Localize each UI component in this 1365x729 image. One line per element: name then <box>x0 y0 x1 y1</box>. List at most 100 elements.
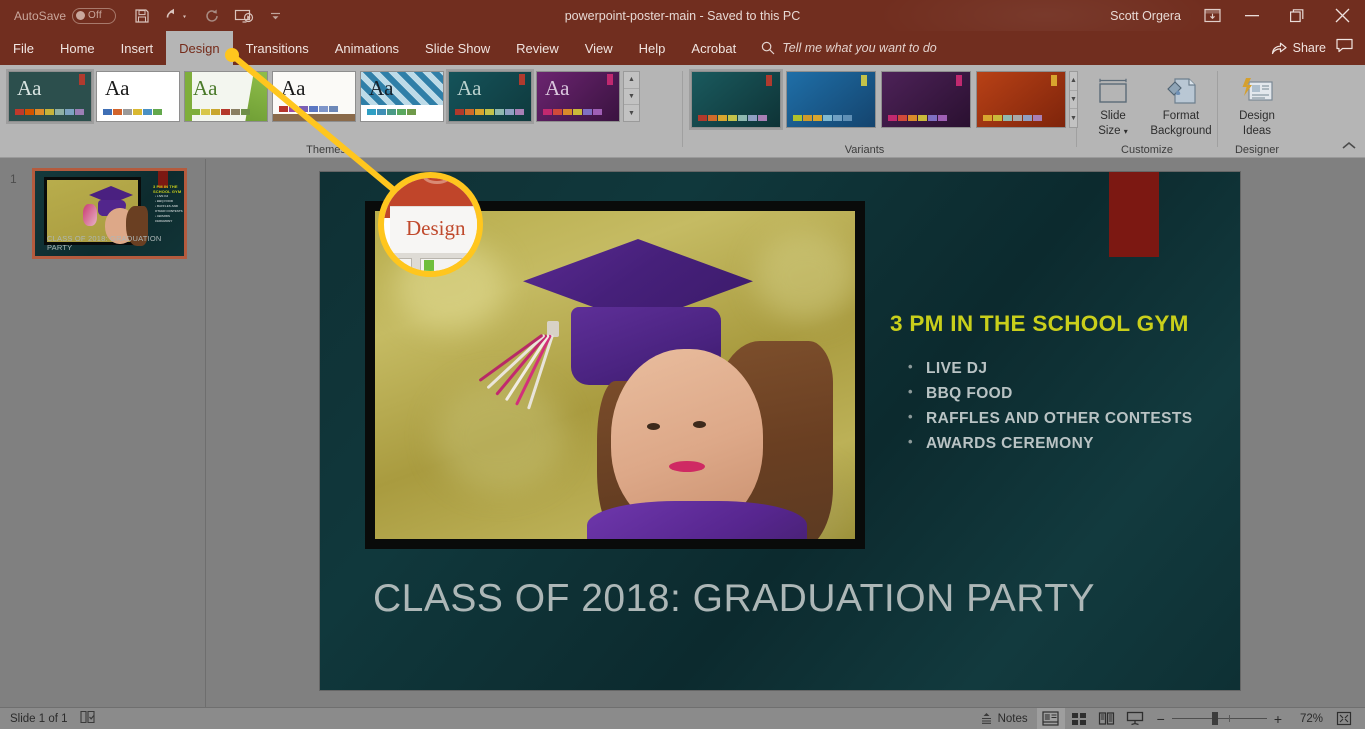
slide-thumbnail-panel[interactable]: 1 3 PM IN THE SCHOOL GYM • LIVE DJ • BBQ … <box>0 159 206 707</box>
slide-size-label-1: Slide <box>1100 110 1126 122</box>
design-ideas-button[interactable]: Design Ideas <box>1226 70 1288 138</box>
group-label-customize: Customize <box>1121 144 1173 156</box>
accessibility-checker-icon[interactable] <box>79 710 96 727</box>
ribbon-group-customize: Slide Size ▾ Format Background Customize <box>1077 65 1217 158</box>
variant-thumbnail-1[interactable] <box>689 69 783 130</box>
variant-thumbnail-2[interactable] <box>786 71 876 128</box>
thumbnail-photo <box>47 180 148 246</box>
zoom-slider[interactable] <box>1171 712 1267 725</box>
reading-view-button[interactable] <box>1093 708 1121 729</box>
tell-me-placeholder: Tell me what you want to do <box>782 41 937 55</box>
group-label-designer: Designer <box>1234 144 1280 156</box>
normal-view-button[interactable] <box>1036 707 1065 729</box>
variant-corner-accent <box>1051 75 1057 86</box>
variant-thumbnail-4[interactable] <box>976 71 1066 128</box>
slide-indicator[interactable]: Slide 1 of 1 <box>10 713 68 725</box>
theme-thumbnail-1[interactable]: Aa <box>6 69 94 124</box>
theme-thumbnail-7[interactable]: Aa <box>536 71 620 122</box>
theme-swatches <box>543 109 602 115</box>
start-presentation-icon[interactable] <box>234 6 254 26</box>
design-ideas-label-1: Design <box>1239 110 1275 122</box>
thumbnail-title: CLASS OF 2018: GRADUATION PARTY <box>47 234 162 252</box>
variant-thumbnail-3[interactable] <box>881 71 971 128</box>
themes-gallery: Aa Aa Aa Aa Aa Aa Aa <box>0 69 620 124</box>
variants-scroll-up-icon[interactable]: ▲ <box>1070 72 1077 91</box>
close-button[interactable] <box>1319 0 1365 31</box>
tab-transitions[interactable]: Transitions <box>233 31 322 65</box>
tab-review[interactable]: Review <box>503 31 572 65</box>
theme-swatches <box>367 109 416 115</box>
slide-show-view-button[interactable] <box>1121 708 1149 729</box>
themes-more-icon[interactable]: ▼ <box>624 105 639 121</box>
tab-slide-show[interactable]: Slide Show <box>412 31 503 65</box>
undo-icon[interactable] <box>164 6 190 26</box>
variants-scroll-down-icon[interactable]: ▼ <box>1070 91 1077 110</box>
tab-bar-right: Share <box>1271 31 1365 65</box>
theme-thumbnail-4[interactable]: Aa <box>272 71 356 122</box>
slide-sorter-view-button[interactable] <box>1065 708 1093 729</box>
tab-help[interactable]: Help <box>626 31 679 65</box>
variant-swatches <box>793 115 852 121</box>
zoom-control[interactable]: − + 72% <box>1149 711 1331 727</box>
customize-qat-icon[interactable] <box>266 6 286 26</box>
slide-size-button[interactable]: Slide Size ▾ <box>1082 70 1144 138</box>
variant-swatches <box>698 115 767 121</box>
save-icon[interactable] <box>132 6 152 26</box>
notes-button[interactable]: Notes <box>971 708 1037 729</box>
tab-file[interactable]: File <box>0 31 47 65</box>
tell-me-search[interactable]: Tell me what you want to do <box>761 31 937 65</box>
design-ideas-icon <box>1240 74 1274 108</box>
slide-bullet-list[interactable]: LIVE DJ BBQ FOOD RAFFLES AND OTHER CONTE… <box>908 359 1192 460</box>
redo-icon[interactable] <box>202 6 222 26</box>
themes-scroll-up-icon[interactable]: ▲ <box>624 72 639 89</box>
graduation-gown <box>587 501 807 539</box>
variant-swatches <box>983 115 1042 121</box>
ribbon-display-options-icon[interactable] <box>1195 0 1229 31</box>
tab-view[interactable]: View <box>572 31 626 65</box>
eye-left <box>647 423 660 430</box>
share-button[interactable]: Share <box>1271 41 1326 55</box>
variant-swatches <box>888 115 947 121</box>
user-account-name[interactable]: Scott Orgera <box>1110 9 1181 23</box>
theme-aa-label: Aa <box>281 76 306 100</box>
zoom-slider-handle[interactable] <box>1211 712 1218 725</box>
zoom-slider-midpoint <box>1228 715 1230 722</box>
fit-slide-to-window-icon[interactable] <box>1331 708 1357 729</box>
slide-title-text[interactable]: CLASS OF 2018: GRADUATION PARTY <box>373 577 1095 621</box>
tab-home[interactable]: Home <box>47 31 108 65</box>
zoom-level-label[interactable]: 72% <box>1289 713 1323 725</box>
minimize-button[interactable] <box>1229 0 1274 31</box>
tassel <box>478 321 577 421</box>
autosave-switch[interactable]: Off <box>72 7 117 24</box>
theme-thumbnail-3[interactable]: Aa <box>184 71 268 122</box>
ribbon: Aa Aa Aa Aa Aa Aa Aa ▲ ▼ ▼ Themes ▲ ▼ ▼ … <box>0 65 1365 158</box>
zoom-out-button[interactable]: − <box>1157 711 1165 727</box>
tab-insert[interactable]: Insert <box>108 31 167 65</box>
variant-corner-accent <box>766 75 772 86</box>
slide-thumbnail-number: 1 <box>10 172 17 186</box>
comments-icon[interactable] <box>1336 38 1353 58</box>
format-background-button[interactable]: Format Background <box>1150 70 1212 138</box>
thumbnail-bullets: • LIVE DJ • BBQ FOOD • RAFFLES AND OTHER C… <box>155 194 183 223</box>
callout-design-label: Design <box>406 216 466 240</box>
themes-scroll-down-icon[interactable]: ▼ <box>624 89 639 106</box>
autosave-label: AutoSave <box>14 8 67 23</box>
theme-thumbnail-6[interactable]: Aa <box>446 69 534 124</box>
notes-icon <box>981 713 991 724</box>
zoom-in-button[interactable]: + <box>1274 711 1282 727</box>
theme-aa-label: Aa <box>369 76 394 100</box>
variants-more-icon[interactable]: ▼ <box>1070 109 1077 127</box>
theme-thumbnail-2[interactable]: Aa <box>96 71 180 122</box>
tab-animations[interactable]: Animations <box>322 31 412 65</box>
theme-thumbnail-5[interactable]: Aa <box>360 71 444 122</box>
tab-design[interactable]: Design <box>166 31 233 65</box>
slide-heading[interactable]: 3 PM IN THE SCHOOL GYM <box>890 311 1189 337</box>
autosave-toggle[interactable]: AutoSave Off <box>14 7 117 24</box>
tab-acrobat[interactable]: Acrobat <box>678 31 749 65</box>
restore-button[interactable] <box>1274 0 1319 31</box>
design-ideas-label-2: Ideas <box>1242 125 1272 137</box>
themes-gallery-scroll[interactable]: ▲ ▼ ▼ <box>623 71 640 122</box>
collapse-ribbon-button[interactable] <box>1341 141 1357 154</box>
slide-thumbnail-1[interactable]: 3 PM IN THE SCHOOL GYM • LIVE DJ • BBQ FO… <box>32 168 187 259</box>
status-bar-right: Notes − + 72% <box>971 707 1365 729</box>
